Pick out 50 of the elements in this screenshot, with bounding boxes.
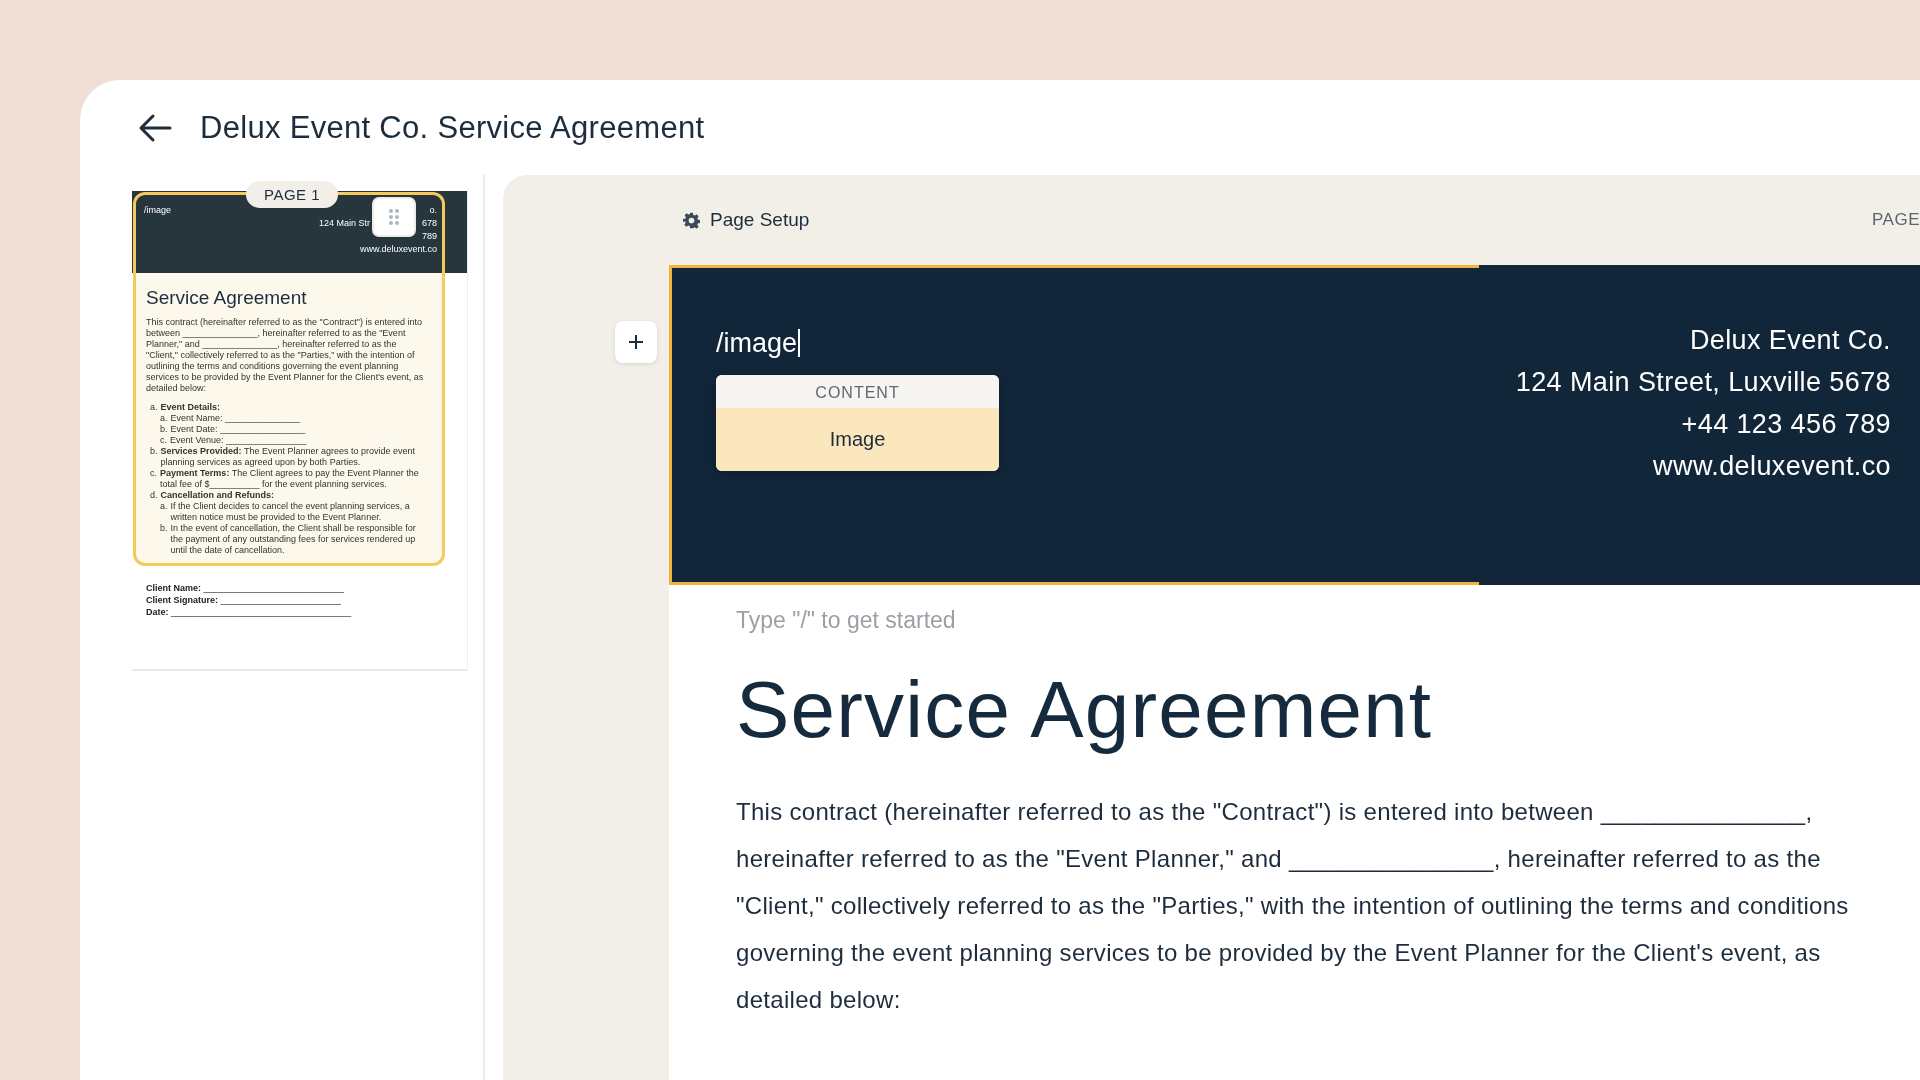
command-input[interactable]: /image (716, 327, 798, 359)
list-marker: b. (160, 523, 168, 535)
command-text: /image (144, 205, 171, 217)
list-marker: a. (160, 413, 168, 424)
header-text: www.deluxevent.co (359, 244, 437, 255)
signature-line: Date: ____________________________________ (146, 606, 353, 618)
add-block-button[interactable] (615, 321, 657, 363)
list-marker: c. (150, 468, 157, 480)
header-text: 789 (421, 231, 437, 242)
page-label: PAGE (1872, 210, 1920, 230)
plus-icon (628, 334, 644, 350)
list-marker: b. (150, 446, 158, 458)
signature-line: Client Name: ____________________________ (146, 582, 345, 594)
thumbnail-paragraph: This contract (hereinafter referred to as the "Contract") is entered into between _______________, hereinafter referred to as the "Event Planner," and _______________, hereinafter referred to as the "Client," collectively referred to as the "Parties," with the intention of outlining the terms and conditions governing the event planning services to be provided by the Event Planner for the Client's event, as detailed below: (146, 317, 425, 394)
back-arrow-icon[interactable] (138, 112, 172, 143)
text-cursor (798, 329, 801, 357)
list-item-text: Event Venue: ________________ (170, 435, 307, 446)
settings-icon[interactable] (683, 211, 700, 229)
header-text: 678 (421, 218, 437, 229)
document-title: Delux Event Co. Service Agreement (200, 109, 705, 146)
list-item-text: Cancellation and Refunds: (160, 490, 275, 501)
page-setup-link[interactable]: Page Setup (710, 209, 810, 231)
list-item-text: Services Provided: The Event Planner agrees to provide event planning services as agreed upon by both Parties. (160, 446, 416, 468)
list-marker: c. (160, 435, 167, 446)
header-text: 124 Main Str (318, 218, 370, 229)
document-paragraph: This contract (hereinafter referred to as the "Contract") is entered into between _______________, hereinafter referred to as the "Event Planner," and _______________, hereinafter referred to as the "Client," collectively referred to as the "Parties," with the intention of outlining the terms and conditions governing the event planning services to be provided by the Event Planner for the Client's event, as detailed below: (736, 797, 1850, 1015)
company-info: +44 123 456 789 (1681, 409, 1891, 440)
list-item-text: Event Date: _________________ (170, 424, 306, 435)
document-heading: Service Agreement (736, 664, 1434, 756)
list-item-text: Event Details: (160, 402, 221, 413)
menu-item[interactable]: Image (716, 408, 999, 471)
header-text: o. (429, 205, 437, 216)
page-thumbnail[interactable] (132, 191, 468, 671)
menu-section-title: CONTENT (716, 375, 999, 408)
drag-handle-icon[interactable] (388, 208, 400, 226)
company-info: 124 Main Street, Luxville 5678 (1515, 367, 1891, 398)
list-item-text: Payment Terms: The Client agrees to pay the Event Planner the total fee of $__________ for the event planning services. (160, 468, 420, 490)
company-info: Delux Event Co. (1689, 325, 1891, 356)
list-marker: b. (160, 424, 168, 435)
page-label: PAGE 1 (246, 181, 339, 208)
thumbnail-heading: Service Agreement (146, 287, 308, 309)
signature-line: Client Signature: ________________________ (146, 594, 342, 606)
list-item-text: In the event of cancellation, the Client shall be responsible for the payment of any outstanding fees for services rendered up until the date of cancellation. (170, 523, 417, 556)
list-item-text: Event Name: _______________ (170, 413, 301, 424)
list-marker: a. (150, 402, 158, 413)
list-marker: d. (150, 490, 158, 501)
list-item-text: If the Client decides to cancel the event planning services, a written notice must be provided to the Event Planner. (170, 501, 411, 523)
company-info: www.deluxevent.co (1653, 451, 1891, 482)
drag-handle[interactable] (372, 197, 416, 237)
list-marker: a. (160, 501, 168, 513)
